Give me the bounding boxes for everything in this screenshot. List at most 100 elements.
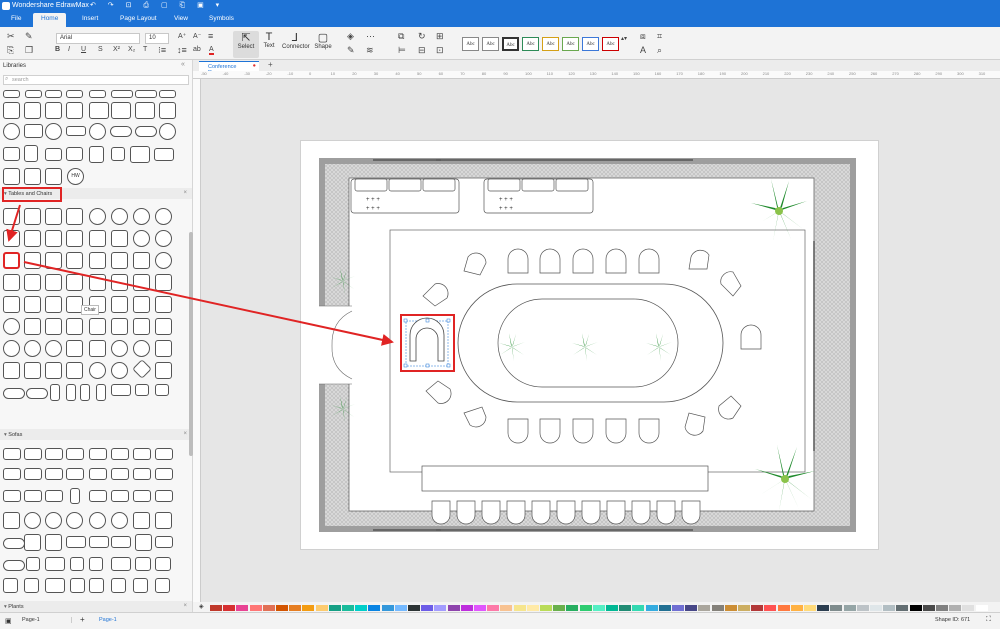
copy-icon[interactable]: ❐ <box>25 45 33 56</box>
close-section-icon[interactable]: × <box>183 431 187 437</box>
library-shape[interactable] <box>159 90 176 98</box>
underline-icon[interactable]: U <box>81 46 86 53</box>
color-swatch[interactable] <box>975 605 988 611</box>
library-shape[interactable] <box>24 512 41 529</box>
color-swatch[interactable] <box>210 605 222 611</box>
library-shape[interactable] <box>24 124 43 138</box>
library-shape[interactable] <box>89 318 106 335</box>
library-shape[interactable] <box>133 578 148 593</box>
library-shape[interactable] <box>3 490 21 502</box>
library-shape[interactable] <box>24 274 41 291</box>
menu-file[interactable]: File <box>11 15 21 22</box>
distribute-icon[interactable]: ⊟ <box>418 45 426 56</box>
library-shape[interactable] <box>96 384 106 401</box>
color-swatch[interactable] <box>355 605 368 611</box>
library-shape[interactable] <box>135 557 151 571</box>
library-shape[interactable] <box>3 560 25 571</box>
library-shape[interactable] <box>111 274 128 291</box>
color-swatch[interactable] <box>526 605 539 611</box>
color-swatch[interactable] <box>289 605 302 611</box>
color-swatch[interactable] <box>936 605 948 611</box>
library-shape[interactable] <box>155 318 172 335</box>
library-shape[interactable] <box>66 208 83 225</box>
library-shape[interactable] <box>111 208 128 225</box>
library-shape[interactable] <box>111 490 129 502</box>
style-preset-8[interactable]: Abc <box>602 37 619 51</box>
library-shape[interactable] <box>133 230 150 247</box>
library-shape[interactable] <box>3 123 20 140</box>
color-swatch[interactable] <box>843 605 856 611</box>
color-swatch[interactable] <box>658 605 671 611</box>
style-preset-2[interactable]: Abc <box>482 37 499 51</box>
library-shape[interactable] <box>111 512 128 529</box>
bold-icon[interactable]: B <box>55 46 60 53</box>
line-spacing-icon[interactable]: ↕≡ <box>177 45 187 55</box>
library-shape[interactable] <box>66 274 83 291</box>
section-sofas[interactable]: ▾ Sofas × <box>0 429 192 440</box>
library-shape[interactable] <box>45 512 62 529</box>
library-shape[interactable] <box>154 148 174 161</box>
color-swatch[interactable] <box>632 605 645 611</box>
library-shape[interactable] <box>89 557 103 571</box>
library-shape[interactable] <box>24 145 38 162</box>
library-shape[interactable] <box>45 123 62 140</box>
color-swatch[interactable] <box>302 605 315 611</box>
style-gallery-more-icon[interactable]: ▴▾ <box>621 35 627 42</box>
section-plants[interactable]: ▾ Plants × <box>0 601 192 612</box>
library-shape[interactable] <box>66 90 83 98</box>
hw-shape[interactable]: HW <box>67 168 84 185</box>
color-swatch[interactable] <box>830 605 843 611</box>
library-shape[interactable] <box>24 168 41 185</box>
font-color-icon[interactable]: A <box>209 46 214 55</box>
color-swatch[interactable] <box>817 605 830 611</box>
color-swatch[interactable] <box>236 605 249 611</box>
library-shape[interactable] <box>24 340 41 357</box>
library-shape[interactable] <box>111 557 131 571</box>
library-shape[interactable] <box>3 340 20 357</box>
library-shape[interactable] <box>66 384 76 401</box>
library-shape[interactable] <box>133 318 150 335</box>
library-shape[interactable] <box>133 252 150 269</box>
color-swatch[interactable] <box>949 605 962 611</box>
library-shape[interactable] <box>66 126 86 136</box>
library-shape[interactable] <box>111 230 128 247</box>
library-shape[interactable] <box>24 578 39 593</box>
color-swatch[interactable] <box>487 605 500 611</box>
subscript-icon[interactable]: X₂ <box>128 46 135 53</box>
library-shape[interactable] <box>70 557 84 571</box>
color-swatch[interactable] <box>447 605 460 611</box>
paste-icon[interactable]: ⎘ <box>7 45 14 56</box>
library-shape[interactable] <box>45 557 65 571</box>
color-swatch[interactable] <box>962 605 975 611</box>
cut-icon[interactable]: ✂ <box>7 31 15 42</box>
library-shape[interactable] <box>111 448 129 460</box>
color-swatch[interactable] <box>592 605 605 611</box>
library-shape[interactable] <box>24 230 41 247</box>
color-swatch[interactable] <box>685 605 698 611</box>
library-search-input[interactable]: search <box>3 75 189 85</box>
library-shape[interactable] <box>3 538 25 549</box>
library-shape[interactable] <box>66 448 84 460</box>
library-shape[interactable] <box>70 578 85 593</box>
shadow-icon[interactable]: ≋ <box>366 45 374 56</box>
library-shape[interactable] <box>45 296 62 313</box>
library-shape[interactable] <box>155 230 172 247</box>
color-swatch[interactable] <box>421 605 434 611</box>
library-shape[interactable] <box>3 208 20 225</box>
library-shape[interactable] <box>155 208 172 225</box>
library-shape[interactable] <box>135 384 149 396</box>
library-shape[interactable] <box>26 557 40 571</box>
color-swatch[interactable] <box>249 605 262 611</box>
library-shape[interactable] <box>155 448 173 460</box>
library-shape[interactable] <box>133 296 150 313</box>
library-shape[interactable] <box>3 274 20 291</box>
color-swatch[interactable] <box>553 605 566 611</box>
chair-shape-selected[interactable] <box>3 252 20 269</box>
library-shape[interactable] <box>155 512 172 529</box>
size-icon[interactable]: ⊡ <box>436 45 444 56</box>
library-shape[interactable] <box>155 362 172 379</box>
style-preset-1[interactable]: Abc <box>462 37 479 51</box>
color-swatch[interactable] <box>434 605 447 611</box>
library-shape[interactable] <box>111 384 131 396</box>
color-swatch[interactable] <box>328 605 341 611</box>
